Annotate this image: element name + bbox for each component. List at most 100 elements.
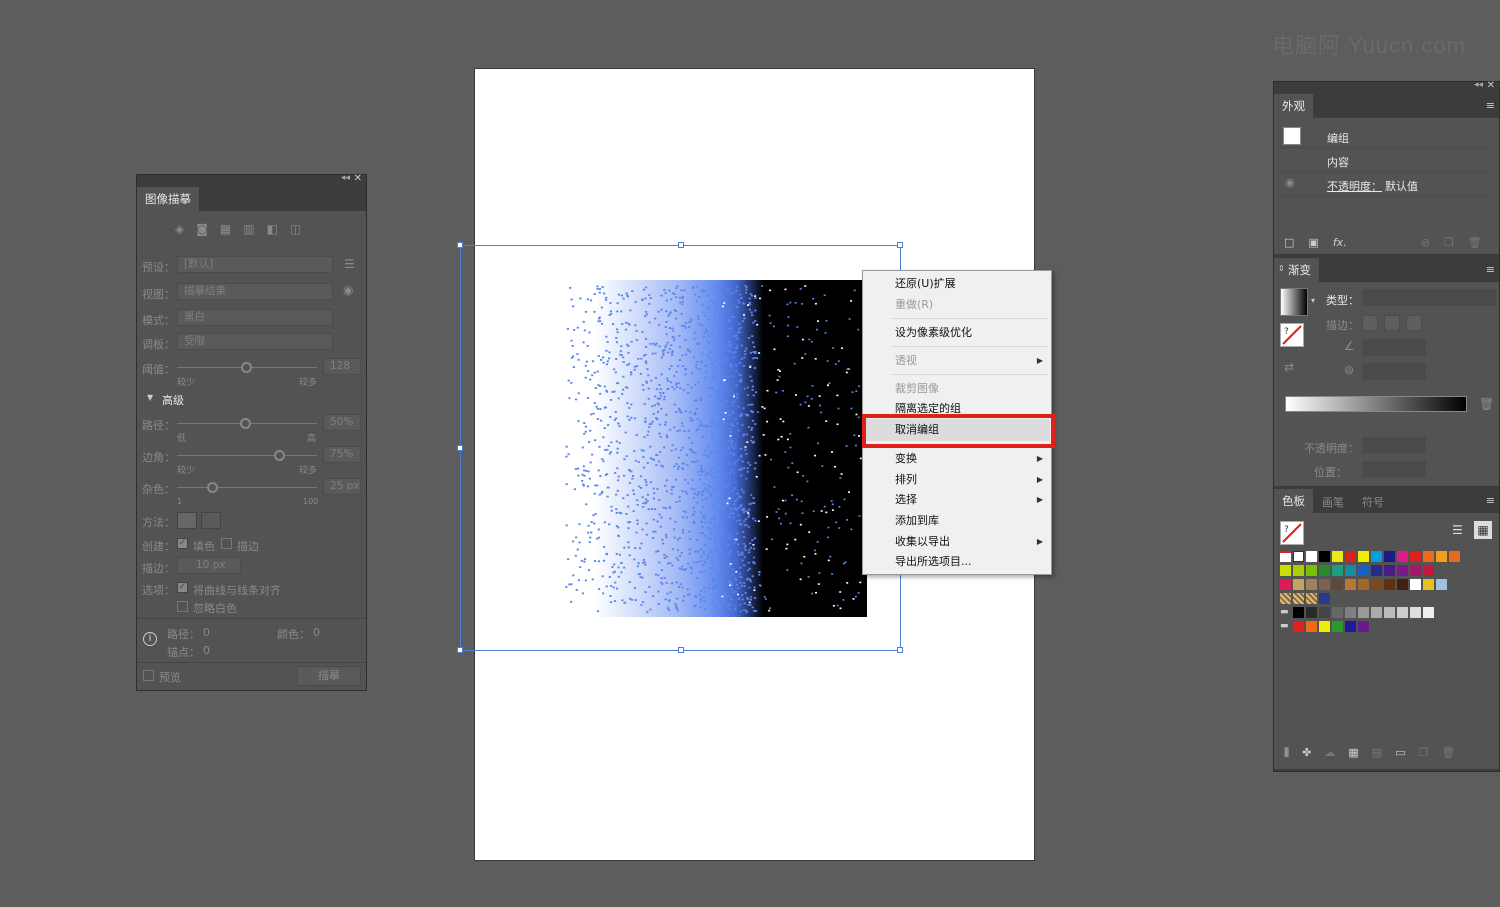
grid-view-icon[interactable]: ▦ (1474, 521, 1492, 539)
angle-input[interactable] (1362, 339, 1426, 356)
updown-arrows-icon[interactable]: ⇕ (1278, 264, 1285, 273)
trash-icon[interactable]: 🗑 (1441, 746, 1455, 760)
menu-item-collect-for-export[interactable]: 收集以导出 (895, 533, 950, 551)
color-swatch[interactable] (1306, 607, 1317, 618)
dock-titlebar[interactable]: ◂◂ ✕ (1274, 80, 1499, 94)
trace-button[interactable]: 描摹 (297, 666, 361, 686)
view-select[interactable]: 描摹结果 (177, 283, 333, 300)
color-swatch[interactable] (1306, 565, 1317, 576)
corners-input[interactable]: 75% (323, 446, 361, 463)
preset-select[interactable]: [默认] (177, 256, 333, 273)
color-swatch[interactable] (1371, 551, 1382, 562)
stroke-along-button[interactable] (1384, 315, 1400, 331)
preview-checkbox[interactable] (143, 670, 154, 681)
resize-handle[interactable] (897, 647, 903, 653)
stroke-checkbox[interactable] (221, 538, 232, 549)
delete-stop-icon[interactable]: 🗑 (1479, 397, 1494, 411)
tab-appearance[interactable]: 外观 (1274, 94, 1313, 118)
color-swatch[interactable] (1423, 607, 1434, 618)
tab-brushes[interactable]: 画笔 (1322, 494, 1344, 510)
color-swatch[interactable] (1384, 551, 1395, 562)
selection-bounding-box[interactable] (457, 242, 903, 653)
menu-item-perspective[interactable]: 透视 (895, 352, 917, 370)
color-swatch[interactable] (1449, 551, 1460, 562)
corners-slider-thumb[interactable] (274, 450, 285, 461)
color-swatch[interactable] (1293, 593, 1304, 604)
gradient-thumbnail[interactable] (1280, 288, 1308, 316)
color-swatch[interactable] (1319, 565, 1330, 576)
stroke-width-input[interactable]: 10 px (177, 557, 241, 574)
color-swatch[interactable] (1306, 551, 1317, 562)
menu-item-crop-image[interactable]: 裁剪图像 (895, 380, 939, 398)
overlapping-method-button[interactable] (201, 512, 221, 529)
opacity-input[interactable] (1362, 437, 1426, 454)
threshold-slider-thumb[interactable] (241, 362, 252, 373)
mode-select[interactable]: 黑白 (177, 309, 333, 326)
clear-appearance-icon[interactable]: ⊘ (1421, 236, 1430, 249)
menu-item-transform[interactable]: 变换 (895, 450, 917, 468)
gradient-type-select[interactable] (1362, 289, 1496, 306)
paths-input[interactable]: 50% (323, 414, 361, 431)
color-swatch[interactable] (1306, 579, 1317, 590)
color-swatch[interactable] (1384, 579, 1395, 590)
color-swatch[interactable] (1280, 565, 1291, 576)
color-swatch[interactable] (1410, 551, 1421, 562)
menu-item-select[interactable]: 选择 (895, 491, 917, 509)
color-swatch[interactable] (1319, 593, 1330, 604)
menu-item-add-to-library[interactable]: 添加到库 (895, 512, 939, 530)
high-color-icon[interactable]: ▦ (220, 222, 231, 236)
library-icon[interactable]: ⫼ (1284, 746, 1289, 760)
fill-stroke-none-icon[interactable]: ? (1280, 521, 1304, 545)
color-swatch[interactable] (1345, 607, 1356, 618)
tab-swatches[interactable]: 色板 (1274, 489, 1313, 513)
close-icon[interactable]: ✕ (354, 173, 362, 184)
panel-menu-icon[interactable]: ≡ (1486, 494, 1495, 507)
color-swatch[interactable] (1384, 565, 1395, 576)
new-swatch-icon[interactable]: ❐ (1419, 746, 1429, 760)
menu-item-export-selection[interactable]: 导出所选项目... (895, 553, 972, 571)
duplicate-icon[interactable]: ❐ (1444, 236, 1454, 249)
fx-icon[interactable]: fx. (1333, 236, 1347, 249)
color-swatch[interactable] (1358, 565, 1369, 576)
tab-image-trace[interactable]: 图像描摹 (137, 187, 199, 211)
grayscale-icon[interactable]: ▥ (243, 222, 254, 236)
color-swatch[interactable] (1358, 621, 1369, 632)
color-swatch[interactable] (1293, 621, 1304, 632)
color-swatch[interactable] (1371, 565, 1382, 576)
color-swatch[interactable] (1436, 579, 1447, 590)
outline-icon[interactable]: ◫ (290, 222, 301, 236)
camera-icon[interactable]: ◙ (196, 222, 208, 236)
color-swatch[interactable] (1319, 579, 1330, 590)
color-swatch[interactable] (1358, 607, 1369, 618)
color-swatch[interactable] (1293, 579, 1304, 590)
appearance-contents-label[interactable]: 内容 (1327, 154, 1349, 170)
location-input[interactable] (1362, 461, 1426, 478)
dropdown-arrow-icon[interactable]: ▾ (1311, 296, 1315, 305)
panel-menu-icon[interactable]: ≡ (1486, 99, 1495, 112)
list-view-icon[interactable]: ☰ (1452, 523, 1463, 537)
color-swatch[interactable] (1423, 551, 1434, 562)
auto-color-icon[interactable]: ◈ (175, 222, 184, 236)
folder-icon[interactable]: ▬ (1280, 621, 1291, 632)
color-swatch[interactable] (1345, 551, 1356, 562)
eye-icon[interactable]: ◉ (343, 283, 353, 297)
color-swatch[interactable] (1410, 579, 1421, 590)
color-swatch[interactable] (1306, 621, 1317, 632)
color-swatch[interactable] (1423, 565, 1434, 576)
color-swatch[interactable] (1293, 607, 1304, 618)
palette-select[interactable]: 受限 (177, 333, 333, 350)
color-swatch[interactable] (1280, 551, 1291, 562)
color-swatch[interactable] (1332, 551, 1343, 562)
swatch-grid[interactable]: ▬ ▬ (1280, 551, 1490, 651)
color-swatch[interactable] (1436, 551, 1447, 562)
menu-item-redo[interactable]: 重做(R) (895, 296, 933, 314)
color-swatch[interactable] (1345, 565, 1356, 576)
menu-item-pixel-perfect[interactable]: 设为像素级优化 (895, 324, 972, 342)
abutting-method-button[interactable] (177, 512, 197, 529)
ignore-white-checkbox[interactable] (177, 601, 188, 612)
trash-icon[interactable]: 🗑 (1468, 236, 1482, 249)
black-white-icon[interactable]: ◧ (267, 222, 278, 236)
color-swatch[interactable] (1332, 565, 1343, 576)
color-swatch[interactable] (1280, 579, 1291, 590)
color-swatch[interactable] (1384, 607, 1395, 618)
